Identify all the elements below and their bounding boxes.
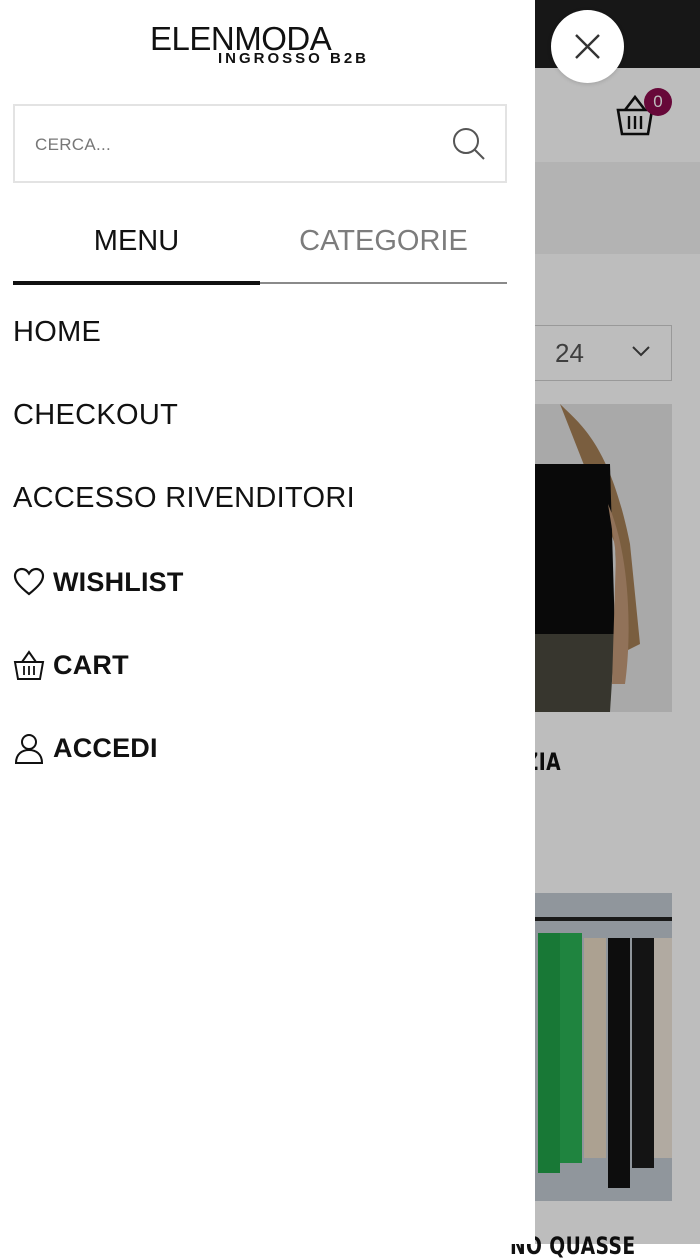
search-input[interactable]: [33, 126, 437, 164]
per-page-select[interactable]: 24: [520, 325, 672, 381]
per-page-value: 24: [555, 338, 584, 368]
user-icon: [14, 734, 44, 764]
menu-item-reseller-access[interactable]: ACCESSO RIVENDITORI: [13, 482, 355, 515]
wishlist-label: WISHLIST: [53, 566, 184, 597]
menu-item-wishlist[interactable]: WISHLIST: [13, 562, 184, 602]
chevron-down-icon: [632, 346, 650, 357]
basket-icon: [13, 650, 45, 680]
logo[interactable]: ELENMODA INGROSSO B2B: [150, 20, 380, 70]
active-tab-indicator: [13, 281, 260, 285]
menu-item-login[interactable]: ACCEDI: [13, 728, 158, 768]
cart-count-badge: 0: [644, 88, 672, 116]
logo-tagline: INGROSSO B2B: [218, 50, 370, 67]
menu-item-home[interactable]: HOME: [13, 316, 101, 349]
menu-item-checkout[interactable]: CHECKOUT: [13, 399, 178, 432]
side-drawer: ELENMODA INGROSSO B2B MENU CATEGORIE HOM…: [0, 0, 535, 1244]
drawer-tabs: MENU CATEGORIE: [13, 212, 507, 286]
tab-menu[interactable]: MENU: [13, 212, 260, 282]
close-icon: [575, 34, 600, 59]
heart-icon: [13, 567, 45, 596]
login-label: ACCEDI: [53, 732, 158, 763]
search-icon[interactable]: [451, 126, 487, 162]
cart-label: CART: [53, 649, 129, 680]
product-image[interactable]: [520, 893, 672, 1201]
search-box: [13, 104, 507, 183]
close-drawer-button[interactable]: [551, 10, 624, 83]
tab-categories[interactable]: CATEGORIE: [260, 212, 507, 282]
product-image[interactable]: [520, 404, 672, 712]
menu-item-cart[interactable]: CART: [13, 645, 129, 685]
